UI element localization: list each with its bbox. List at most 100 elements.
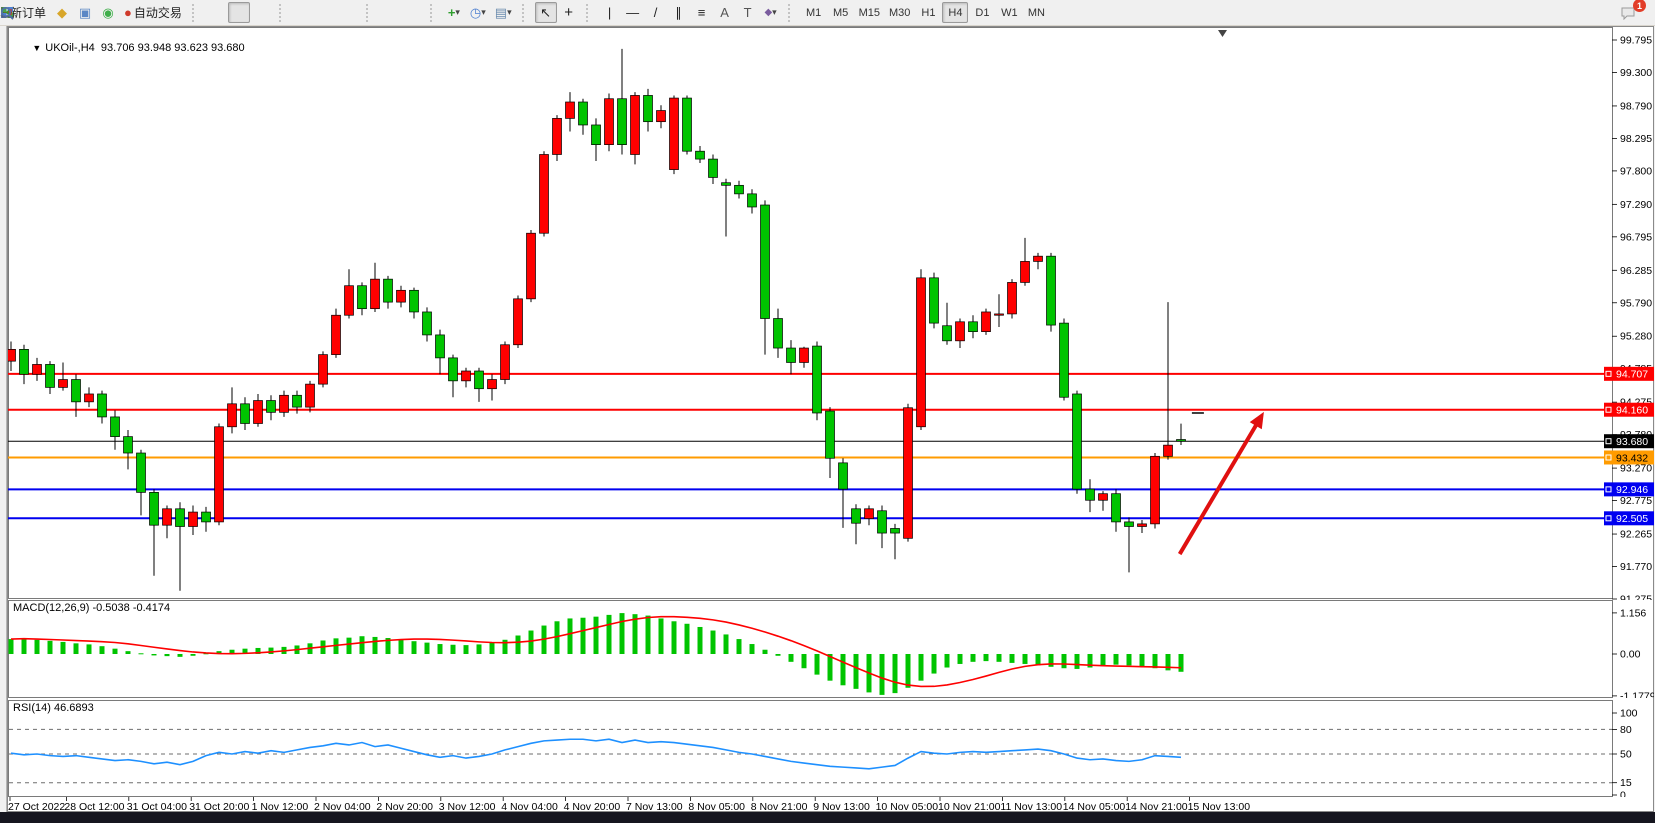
time-axis[interactable]: 27 Oct 202228 Oct 12:0031 Oct 04:0031 Oc… <box>8 797 1654 813</box>
tile-windows-button[interactable] <box>338 2 360 23</box>
zoom-out-button[interactable] <box>315 2 337 23</box>
macd-histogram-bar <box>126 651 131 654</box>
macd-histogram-bar <box>854 654 859 689</box>
macd-histogram-bar <box>490 643 495 654</box>
new-order-label: 新订单 <box>10 4 46 21</box>
vline-tool[interactable]: | <box>599 2 621 23</box>
rsi-pane-frame <box>9 701 1613 797</box>
macd-histogram-bar <box>711 631 716 654</box>
candle-body <box>644 95 653 121</box>
candle-body <box>345 286 354 316</box>
trendline-tool[interactable]: / <box>645 2 667 23</box>
channel-tool[interactable]: ∥ <box>668 2 690 23</box>
timeframe-button-M15[interactable]: M15 <box>855 2 884 23</box>
timeframe-button-H1[interactable]: H1 <box>915 2 941 23</box>
candle-body <box>722 183 731 186</box>
label-tool[interactable]: T <box>737 2 759 23</box>
timeframe-button-M30[interactable]: M30 <box>885 2 914 23</box>
toolbar-separator <box>192 4 201 22</box>
zoom-in-button[interactable] <box>292 2 314 23</box>
candle-body <box>995 314 1004 315</box>
timeframe-button-H4[interactable]: H4 <box>942 2 968 23</box>
chart-shift-button[interactable] <box>402 2 424 23</box>
cursor-tool[interactable]: ↖ <box>535 2 557 23</box>
candle-body <box>1112 494 1121 522</box>
timeframe-button-W1[interactable]: W1 <box>996 2 1022 23</box>
price-line-label: 94.707 <box>1616 369 1648 381</box>
candle-body <box>982 312 991 332</box>
toolbar-separator <box>586 4 595 22</box>
pane-divider[interactable] <box>8 598 1653 601</box>
shapes-dropdown[interactable]: ◆ ▾ <box>760 2 782 23</box>
hline-tool[interactable]: — <box>622 2 644 23</box>
timeframe-button-M1[interactable]: M1 <box>801 2 827 23</box>
macd-histogram-bar <box>373 637 378 654</box>
candle-body <box>839 463 848 489</box>
candle-body <box>1073 394 1082 489</box>
pane-divider[interactable] <box>8 698 1653 701</box>
price-line-label: 93.680 <box>1616 436 1648 448</box>
notifications-button[interactable]: 1 <box>1619 2 1641 23</box>
crosshair-tool[interactable]: + <box>558 2 580 23</box>
price-tick-label: 95.790 <box>1620 297 1652 309</box>
price-tick-label: 98.295 <box>1620 133 1652 145</box>
candle-body <box>943 326 952 341</box>
timeframe-button-D1[interactable]: D1 <box>969 2 995 23</box>
candle-body <box>553 118 562 154</box>
candle-body <box>878 511 887 533</box>
candle-body <box>98 394 107 417</box>
price-tick-label: 92.775 <box>1620 495 1652 507</box>
quick-trade-arrow-icon[interactable]: ▼ <box>32 43 41 53</box>
macd-histogram-bar <box>451 645 456 654</box>
text-tool[interactable]: A <box>714 2 736 23</box>
rsi-pane[interactable]: 1008050150 <box>8 700 1654 797</box>
macd-histogram-bar <box>932 654 937 674</box>
candle-body <box>540 154 549 233</box>
candle-body <box>202 512 211 522</box>
candle-body <box>215 427 224 522</box>
macd-histogram-bar <box>594 617 599 654</box>
template-dropdown[interactable]: ▤ ▾ <box>491 2 516 23</box>
auto-scroll-button[interactable] <box>379 2 401 23</box>
chart-header: ▼UKOil-,H4 93.706 93.948 93.623 93.680 <box>14 30 245 66</box>
price-line-label-marker <box>1606 455 1611 460</box>
macd-histogram-bar <box>763 650 768 654</box>
autotrade-button[interactable]: ● 自动交易 <box>120 2 186 23</box>
macd-histogram-bar <box>737 639 742 654</box>
period-dropdown[interactable]: ◷ ▾ <box>466 2 490 23</box>
terminal-button[interactable]: ▣ <box>74 2 96 23</box>
macd-histogram-bar <box>1153 654 1158 668</box>
terminal-icon: ▣ <box>79 6 91 19</box>
candle-body <box>163 509 172 525</box>
candle-body <box>748 194 757 207</box>
macd-histogram-bar <box>1114 654 1119 665</box>
macd-histogram-bar <box>1023 654 1028 664</box>
chart-window[interactable]: ▼UKOil-,H4 93.706 93.948 93.623 93.680 9… <box>7 26 1654 812</box>
candle-body <box>865 509 874 519</box>
trendline-icon: / <box>654 6 658 19</box>
candle-body <box>670 98 679 170</box>
chart-line-button[interactable] <box>251 2 273 23</box>
timeframe-button-MN[interactable]: MN <box>1023 2 1049 23</box>
macd-histogram-bar <box>659 618 664 654</box>
macd-histogram-bar <box>113 649 118 654</box>
macd-histogram-bar <box>1010 654 1015 663</box>
signals-button[interactable]: ◉ <box>97 2 119 23</box>
label-tool-icon: T <box>744 6 752 19</box>
macd-pane[interactable]: 1.1560.00-1.1779 <box>8 600 1654 698</box>
timeframe-button-M5[interactable]: M5 <box>828 2 854 23</box>
rsi-tick-label: 0 <box>1620 790 1626 798</box>
candle-body <box>410 290 419 312</box>
fibonacci-tool[interactable]: ≡ <box>691 2 713 23</box>
chart-bars-button[interactable] <box>205 2 227 23</box>
macd-histogram-bar <box>347 638 352 654</box>
add-indicator-dropdown[interactable]: + ▾ <box>443 2 465 23</box>
search-button[interactable] <box>1596 2 1618 23</box>
chart-candles-button[interactable] <box>228 2 250 23</box>
candle-body <box>436 335 445 358</box>
toolbar-separator <box>522 4 531 22</box>
macd-tick-label: 1.156 <box>1620 607 1646 619</box>
price-chart-pane[interactable]: 99.79599.30098.79098.29597.80097.29096.7… <box>8 27 1654 600</box>
market-watch-button[interactable]: ◆ <box>51 2 73 23</box>
macd-histogram-bar <box>776 654 781 656</box>
